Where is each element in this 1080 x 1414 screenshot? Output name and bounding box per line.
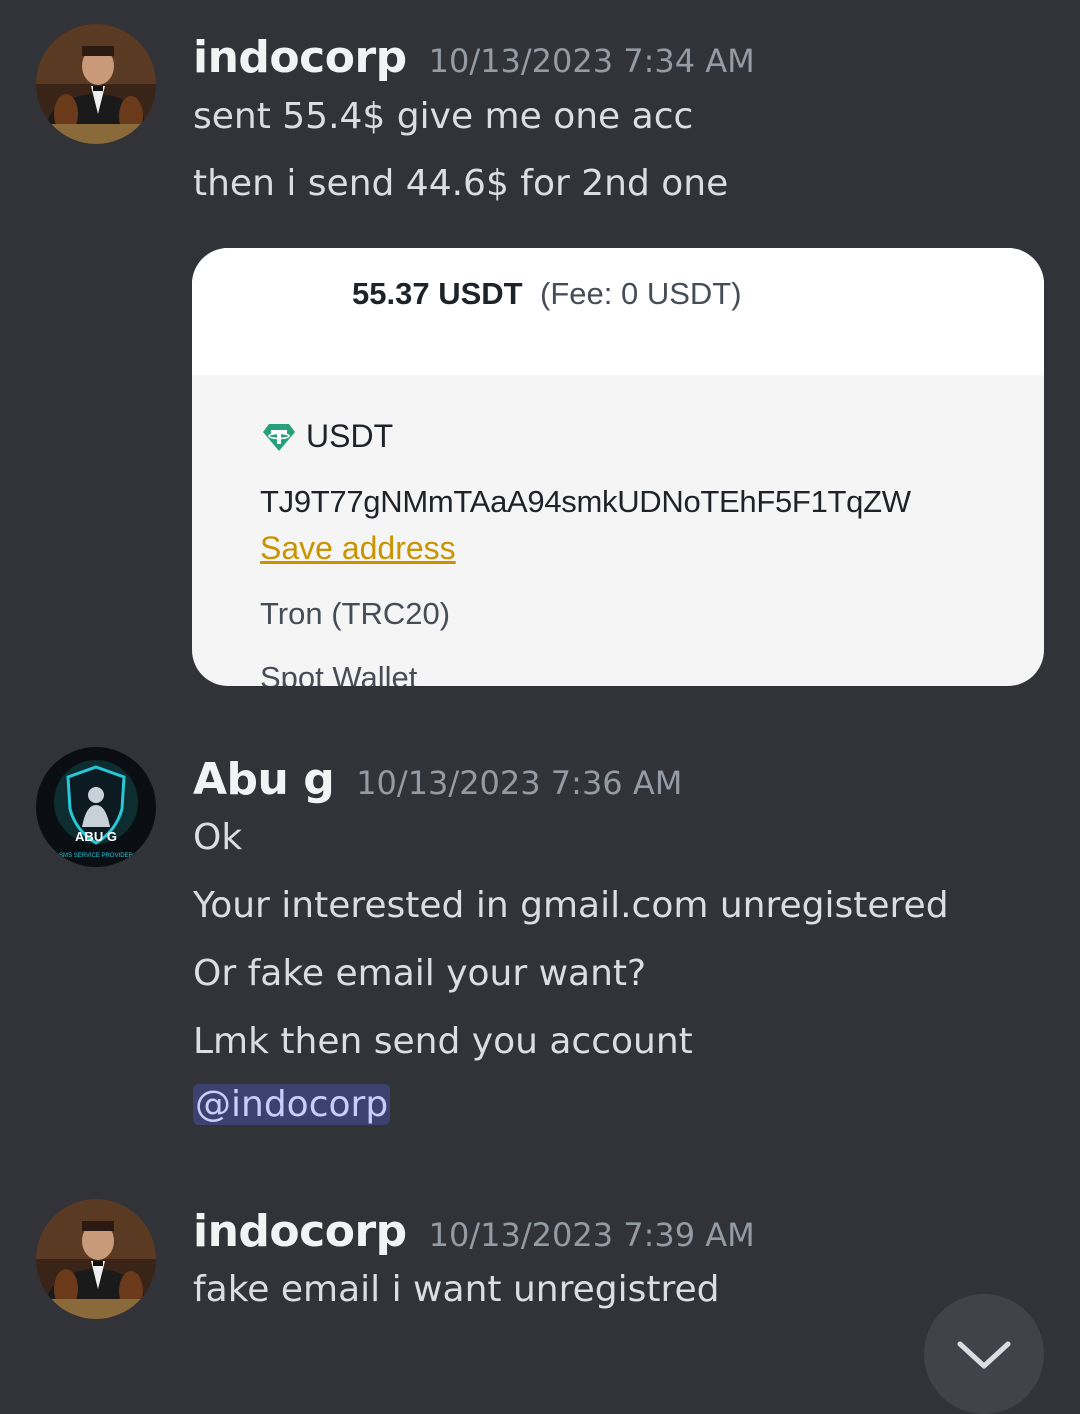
message-text: Or fake email your want? <box>193 953 647 994</box>
wallet-address: TJ9T77gNMmTAaA94smkUDNoTEhF5F1TqZW <box>260 484 911 519</box>
timestamp: 10/13/2023 7:34 AM <box>428 42 755 80</box>
message-text: then i send 44.6$ for 2nd one <box>193 163 729 204</box>
wallet-type-text: Spot Wallet <box>260 660 418 686</box>
coin-name: USDT <box>306 418 394 454</box>
message-header: indocorp 10/13/2023 7:39 AM <box>193 1206 755 1257</box>
message-text: Your interested in gmail.com unregistere… <box>193 885 949 926</box>
message-header: indocorp 10/13/2023 7:34 AM <box>193 32 755 83</box>
avatar-logo-subtext: SMS SERVICE PROVIDER <box>59 853 134 859</box>
message-indocorp-1: indocorp 10/13/2023 7:34 AM sent 55.4$ gi… <box>0 0 1080 700</box>
chevron-down-icon <box>957 1341 1011 1369</box>
message-text: sent 55.4$ give me one acc <box>193 96 694 137</box>
amount-text: 55.37 USDT <box>352 276 523 311</box>
attachment-image[interactable]: 55.37 USDT (Fee: 0 USDT) USDT TJ9T77gNMm… <box>192 248 1044 686</box>
fee-text: (Fee: 0 USDT) <box>540 276 742 311</box>
coin-row: USDT <box>262 418 393 455</box>
message-mention-line: @indocorp <box>193 1084 391 1125</box>
message-text: Ok <box>193 817 243 858</box>
network-text: Tron (TRC20) <box>260 596 451 631</box>
scroll-to-bottom-button[interactable] <box>924 1294 1044 1414</box>
message-text: Lmk then send you account <box>193 1021 693 1062</box>
timestamp: 10/13/2023 7:39 AM <box>428 1216 755 1254</box>
user-mention[interactable]: @indocorp <box>193 1084 391 1125</box>
timestamp: 10/13/2023 7:36 AM <box>356 764 683 802</box>
tether-icon <box>262 422 296 452</box>
avatar-logo-text: ABU G <box>75 829 117 844</box>
message-header: Abu g 10/13/2023 7:36 AM <box>193 754 682 805</box>
username[interactable]: indocorp <box>193 1206 407 1257</box>
message-text: fake email i want unregistred <box>193 1269 720 1310</box>
save-address-link[interactable]: Save address <box>260 530 456 567</box>
username[interactable]: Abu g <box>193 754 335 805</box>
avatar-abu-g[interactable]: ABU G SMS SERVICE PROVIDER <box>36 747 156 867</box>
avatar-indocorp[interactable] <box>36 24 156 144</box>
username[interactable]: indocorp <box>193 32 407 83</box>
avatar-indocorp[interactable] <box>36 1199 156 1319</box>
